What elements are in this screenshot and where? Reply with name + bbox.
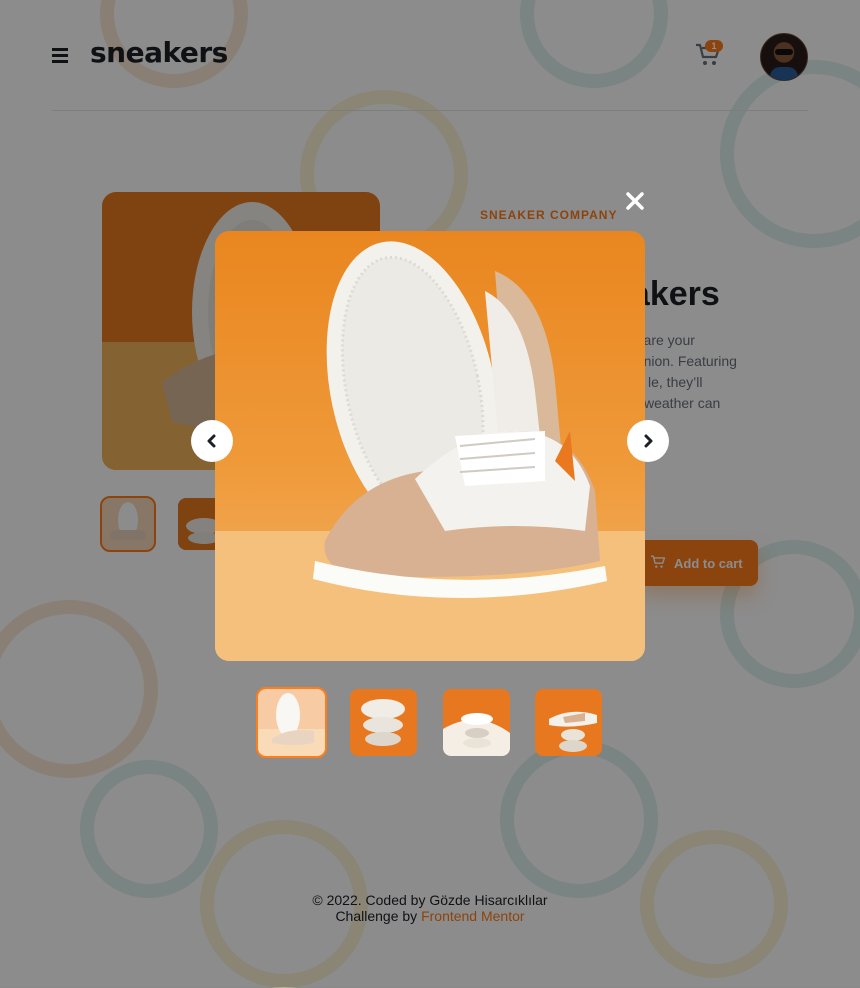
lightbox-main-image bbox=[215, 231, 645, 661]
previous-image-button[interactable] bbox=[191, 420, 233, 462]
lightbox-thumbnail-4[interactable] bbox=[535, 689, 602, 756]
lightbox-thumbnail-1[interactable] bbox=[256, 687, 327, 758]
next-image-button[interactable] bbox=[627, 420, 669, 462]
close-icon[interactable] bbox=[623, 189, 647, 213]
lightbox-thumbnail-2[interactable] bbox=[350, 689, 417, 756]
chevron-right-icon bbox=[644, 434, 653, 448]
chevron-left-icon bbox=[207, 434, 216, 448]
lightbox-thumbnail-3[interactable] bbox=[443, 689, 510, 756]
